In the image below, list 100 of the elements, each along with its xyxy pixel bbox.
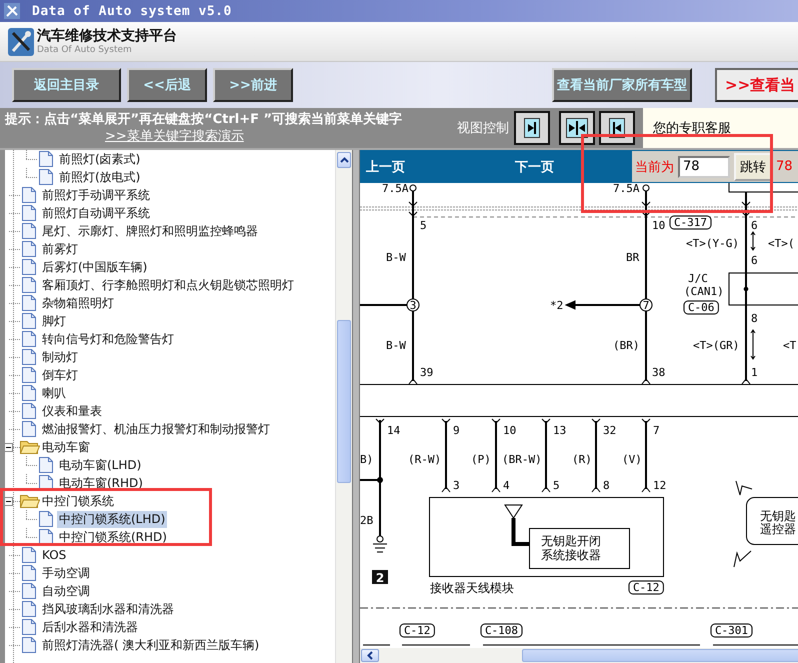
scroll-up-button[interactable] (337, 152, 351, 168)
tree-item[interactable]: 喇叭 (40, 384, 68, 402)
tree-item[interactable]: 客厢顶灯、行李舱照明灯和点火钥匙锁芯照明灯 (40, 276, 296, 294)
wrench-screwdriver-icon (8, 28, 34, 56)
tree-item[interactable]: 自动空调 (40, 582, 92, 600)
tree-item[interactable]: 脚灯 (40, 312, 68, 330)
tree-item[interactable]: 电动车窗(LHD) (57, 456, 144, 474)
wire-label: 7.5A (613, 183, 640, 195)
wire-label: 7 (653, 424, 660, 437)
tree-item[interactable]: 前照灯(放电式) (57, 168, 142, 186)
tree-item[interactable]: 杂物箱照明灯 (40, 294, 116, 312)
page-input[interactable]: 78 (678, 156, 730, 178)
wire-label: <T (783, 339, 796, 352)
wire-label: <T>(GR) (693, 339, 740, 352)
ground-symbol-icon (372, 536, 388, 552)
window-title: Data of Auto system v5.0 (32, 4, 232, 18)
document-icon (39, 169, 53, 185)
document-icon (22, 637, 36, 653)
document-icon (22, 259, 36, 275)
models-button[interactable]: >>查看当 (715, 68, 798, 102)
document-icon (22, 349, 36, 365)
folder-icon (20, 440, 40, 454)
next-page-link[interactable]: 下一页 (515, 158, 554, 176)
tree-item[interactable]: KOS (40, 546, 68, 564)
tree-item[interactable]: 后雾灯(中国版车辆) (40, 258, 150, 276)
wire-label: J/C (688, 272, 708, 285)
wire-label: 39 (420, 366, 434, 379)
tree-item[interactable]: 手动空调 (40, 564, 92, 582)
collapse-toggle-icon[interactable] (5, 497, 13, 506)
tree-item[interactable]: 仪表和量表 (40, 402, 104, 420)
wire-label: 14 (387, 424, 400, 437)
nav-button[interactable]: 返回主目录 (12, 68, 121, 102)
tree-item[interactable]: 后刮水器和清洗器 (40, 618, 140, 636)
component-label: 无钥匙 (760, 509, 796, 523)
tree-item[interactable]: 尾灯、示廓灯、牌照灯和照明监控蜂鸣器 (40, 222, 260, 240)
wire-label: 12 (653, 479, 666, 492)
tree-item[interactable]: 前照灯清洗器( 澳大利亚和新西兰版车辆) (40, 636, 262, 654)
view-button[interactable] (559, 111, 595, 145)
caret-up-icon (340, 157, 348, 163)
component-label: 系统接收器 (541, 548, 601, 562)
view-button[interactable] (514, 111, 550, 145)
tree-item[interactable]: 前照灯自动调平系统 (40, 204, 152, 222)
document-icon (22, 565, 36, 581)
nav-button[interactable]: >>前进 (213, 68, 293, 102)
tree-item[interactable]: 电动车窗(RHD) (57, 474, 145, 492)
service-label: 您的专职客服 (652, 120, 732, 137)
models-button[interactable]: 查看当前厂家所有车型 (552, 68, 692, 102)
connector-tag: C-12 (628, 580, 664, 594)
document-icon (22, 187, 36, 203)
arrows-inward-icon (566, 118, 588, 138)
tree-item[interactable]: 中控门锁系统 (40, 492, 116, 510)
wire-label: (V) (622, 453, 642, 466)
wire-label: 9 (453, 424, 460, 437)
tree-item[interactable]: 前雾灯 (40, 240, 80, 258)
document-icon (22, 295, 36, 311)
scroll-thumb[interactable] (337, 320, 351, 483)
wire-label: B-W (386, 251, 406, 264)
tree-item[interactable]: 中控门锁系统(RHD) (57, 528, 169, 546)
wire-label: B) (360, 453, 374, 466)
tree-item[interactable]: 倒车灯 (40, 366, 80, 384)
document-icon (22, 547, 36, 563)
document-icon (22, 331, 36, 347)
junction-line (360, 479, 380, 481)
scroll-left-button[interactable] (361, 649, 379, 662)
scroll-thumb[interactable] (522, 649, 798, 662)
document-icon (22, 367, 36, 383)
wire-label: 2B (360, 514, 374, 527)
wire-label: 32 (603, 424, 616, 437)
wire-label: 4 (503, 479, 510, 492)
wire-label: (P) (471, 453, 491, 466)
wire-label: B-W (386, 339, 406, 352)
tree-item[interactable]: 中控门锁系统(LHD) (57, 510, 168, 528)
wire-label: 13 (553, 424, 566, 437)
tree-item[interactable]: 燃油报警灯、机油压力报警灯和制动报警灯 (40, 420, 272, 438)
collapse-toggle-icon[interactable] (5, 443, 13, 452)
connector-tag: C-301 (710, 624, 752, 638)
tree-item[interactable]: 前照灯手动调平系统 (40, 186, 152, 204)
view-control-label: 视图控制 (457, 120, 509, 137)
wire-label: 8 (751, 312, 758, 325)
view-button[interactable] (599, 111, 635, 145)
tree-item[interactable]: 制动灯 (40, 348, 80, 366)
wire-label: 6 (751, 219, 758, 232)
app-tools-icon (4, 3, 20, 19)
wire-label: 6 (751, 254, 758, 267)
tree-item[interactable]: 挡风玻璃刮水器和清洗器 (40, 600, 176, 618)
wire-label: 5 (420, 219, 427, 232)
document-icon (39, 529, 53, 545)
tree-item[interactable]: 电动车窗 (40, 438, 92, 456)
wire-label: 8 (603, 479, 610, 492)
wire-label: (CAN1) (684, 285, 724, 298)
tree-item[interactable]: 前照灯(卤素式) (57, 150, 142, 168)
tree-item[interactable]: 转向信号灯和危险警告灯 (40, 330, 176, 348)
document-icon (22, 223, 36, 239)
nav-button[interactable]: <<后退 (127, 68, 207, 102)
previous-page-link[interactable]: 上一页 (366, 158, 405, 176)
vertical-scrollbar[interactable] (335, 150, 352, 663)
jump-button[interactable]: 跳转 (734, 152, 772, 180)
splice-node: 3 (406, 298, 420, 312)
wire-label: 1 (751, 366, 758, 379)
horizontal-scrollbar[interactable] (360, 648, 798, 663)
